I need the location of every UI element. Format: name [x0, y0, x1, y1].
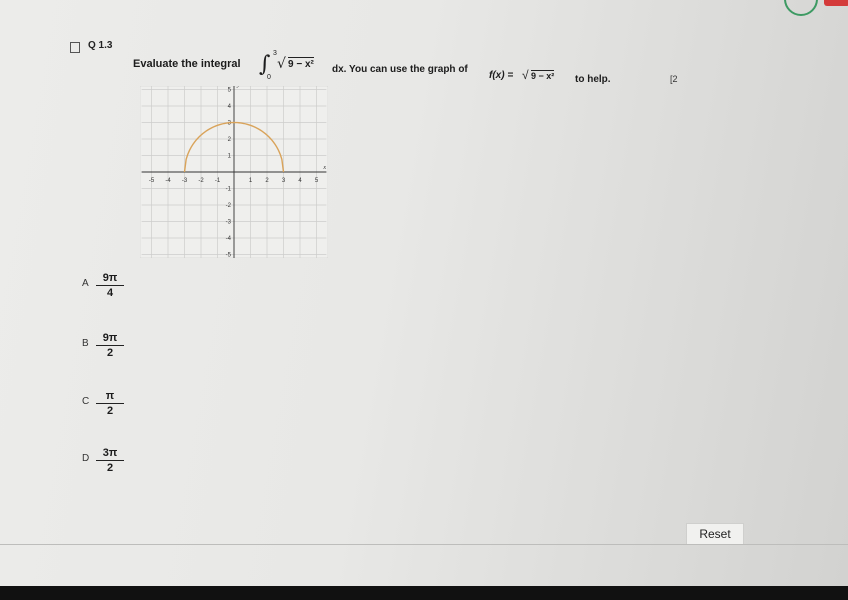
- function-radical-symbol: √: [522, 68, 529, 82]
- function-radicand: 9 − x²: [531, 70, 555, 81]
- x-tick-label: -5: [149, 178, 155, 184]
- integral-lower-limit: 0: [267, 74, 271, 81]
- choice-letter: C: [82, 396, 90, 407]
- choice-fraction: π 2: [96, 390, 124, 417]
- choice-fraction: 9π 4: [96, 272, 124, 299]
- fraction-denominator: 2: [106, 405, 114, 417]
- x-tick-label: -3: [182, 178, 188, 184]
- points-label: [2: [670, 74, 678, 84]
- choice-letter: B: [82, 338, 89, 349]
- function-label: f(x) =: [489, 70, 514, 81]
- x-axis-label: x: [322, 165, 326, 171]
- y-tick-label: -3: [226, 220, 232, 226]
- footer-divider: [0, 544, 848, 545]
- y-tick-label: -5: [226, 253, 232, 259]
- fraction-numerator: 3π: [96, 447, 124, 461]
- fraction-denominator: 2: [106, 462, 114, 474]
- fraction-numerator: 9π: [96, 332, 124, 346]
- question-text-mid: dx. You can use the graph of: [332, 64, 468, 75]
- semicircle-graph: -5-4-3-2-11234554321-1-2-3-4-5xy: [140, 86, 328, 258]
- fraction-numerator: π: [96, 390, 124, 404]
- choice-fraction: 3π 2: [96, 447, 124, 474]
- progress-ring: [784, 0, 818, 16]
- x-tick-label: -4: [165, 178, 171, 184]
- fraction-numerator: 9π: [96, 272, 124, 286]
- question-text-pre: Evaluate the integral: [133, 58, 241, 70]
- choice-letter: D: [82, 453, 90, 464]
- radical-symbol: √: [277, 56, 286, 72]
- fraction-denominator: 2: [106, 347, 114, 359]
- top-bar: [0, 0, 848, 16]
- choice-letter: A: [82, 278, 89, 289]
- x-tick-label: -2: [198, 178, 204, 184]
- screen-bezel: [0, 586, 848, 600]
- y-tick-label: -1: [226, 187, 232, 193]
- y-tick-label: -4: [226, 236, 232, 242]
- red-indicator: [824, 0, 848, 6]
- question-number: Q 1.3: [88, 40, 113, 51]
- y-axis-label: y: [236, 86, 240, 89]
- reset-button[interactable]: Reset: [686, 523, 744, 545]
- flag-checkbox[interactable]: [70, 42, 80, 53]
- x-tick-label: -1: [215, 178, 221, 184]
- y-tick-label: -2: [226, 203, 232, 209]
- integrand: 9 − x²: [288, 57, 314, 70]
- question-text-post: to help.: [575, 74, 611, 85]
- fraction-denominator: 4: [106, 287, 114, 299]
- choice-fraction: 9π 2: [96, 332, 124, 359]
